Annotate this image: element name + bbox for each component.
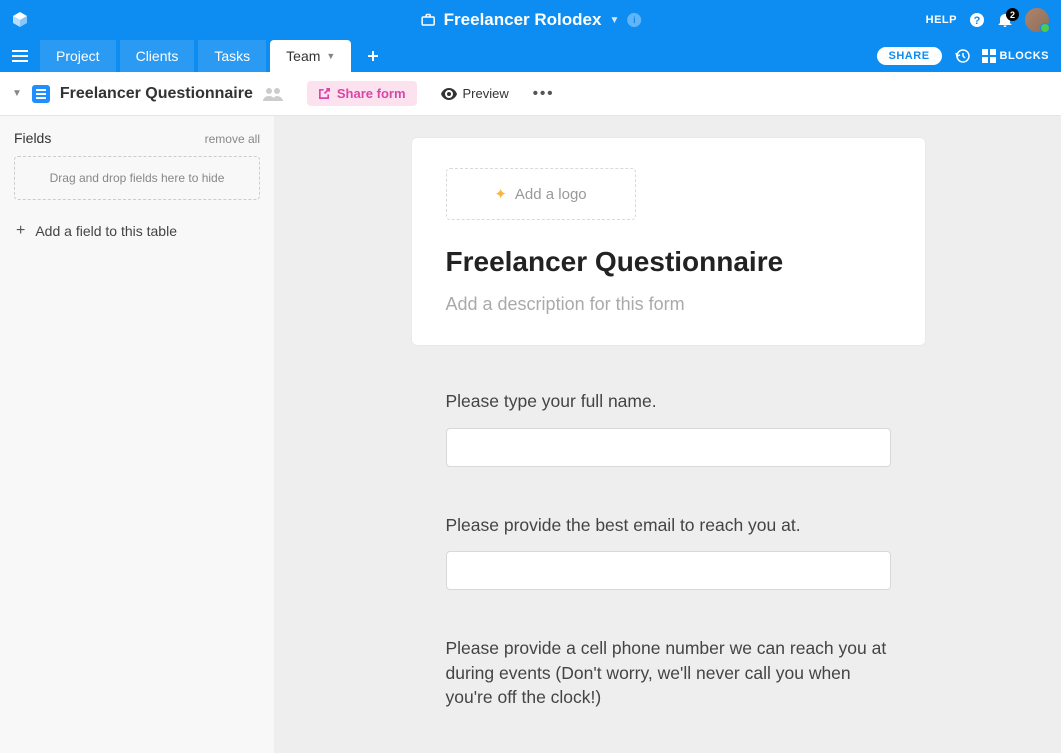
chevron-down-icon[interactable]: ▼ <box>609 15 619 26</box>
collapse-icon[interactable]: ▼ <box>12 88 22 99</box>
help-icon[interactable]: ? <box>969 12 985 28</box>
fields-label: Fields <box>14 130 51 146</box>
share-button[interactable]: SHARE <box>877 47 942 65</box>
preview-button[interactable]: Preview <box>441 86 509 101</box>
question-block[interactable]: Please provide a cell phone number we ca… <box>412 636 925 710</box>
menu-icon[interactable] <box>0 40 40 72</box>
svg-text:?: ? <box>974 15 981 27</box>
form-header-card[interactable]: ✦ Add a logo Freelancer Questionnaire Ad… <box>412 138 925 345</box>
tab-clients[interactable]: Clients <box>120 40 195 72</box>
more-options-button[interactable]: ••• <box>533 85 555 102</box>
question-label: Please provide the best email to reach y… <box>446 513 891 538</box>
app-logo[interactable] <box>0 10 40 30</box>
top-bar: Freelancer Rolodex ▼ i HELP ? 2 <box>0 0 1061 40</box>
info-icon[interactable]: i <box>627 13 641 27</box>
tab-bar: Project Clients Tasks Team▼ SHARE BLOCKS <box>0 40 1061 72</box>
form-icon <box>32 85 50 103</box>
question-block[interactable]: Please type your full name. <box>412 389 925 467</box>
add-tab-button[interactable] <box>359 40 387 72</box>
remove-all-link[interactable]: remove all <box>205 132 260 146</box>
view-title[interactable]: Freelancer Questionnaire <box>60 85 253 103</box>
notifications-icon[interactable]: 2 <box>997 12 1013 28</box>
question-block[interactable]: Please provide the best email to reach y… <box>412 513 925 591</box>
tab-tasks[interactable]: Tasks <box>198 40 266 72</box>
share-form-button[interactable]: Share form <box>307 81 417 106</box>
tab-team[interactable]: Team▼ <box>270 40 351 72</box>
add-field-button[interactable]: + Add a field to this table <box>14 218 260 244</box>
question-label: Please provide a cell phone number we ca… <box>446 636 891 710</box>
form-title[interactable]: Freelancer Questionnaire <box>446 246 891 278</box>
tab-project[interactable]: Project <box>40 40 116 72</box>
form-description-placeholder[interactable]: Add a description for this form <box>446 294 891 315</box>
briefcase-icon <box>420 12 436 28</box>
avatar[interactable] <box>1025 8 1049 32</box>
app-title[interactable]: Freelancer Rolodex <box>444 10 602 30</box>
view-toolbar: ▼ Freelancer Questionnaire Share form Pr… <box>0 72 1061 116</box>
add-logo-button[interactable]: ✦ Add a logo <box>446 168 636 220</box>
sparkle-icon: ✦ <box>494 185 507 203</box>
fields-dropzone[interactable]: Drag and drop fields here to hide <box>14 156 260 200</box>
text-input[interactable] <box>446 551 891 590</box>
text-input[interactable] <box>446 428 891 467</box>
notification-count: 2 <box>1006 8 1019 21</box>
plus-icon: + <box>16 222 25 240</box>
question-label: Please type your full name. <box>446 389 891 414</box>
history-icon[interactable] <box>954 48 970 64</box>
form-canvas: ✦ Add a logo Freelancer Questionnaire Ad… <box>275 116 1061 753</box>
fields-sidebar: Fields remove all Drag and drop fields h… <box>0 116 275 753</box>
collaborators-icon[interactable] <box>263 87 283 101</box>
help-link[interactable]: HELP <box>926 14 957 26</box>
chevron-down-icon[interactable]: ▼ <box>326 51 335 61</box>
blocks-button[interactable]: BLOCKS <box>982 49 1049 63</box>
